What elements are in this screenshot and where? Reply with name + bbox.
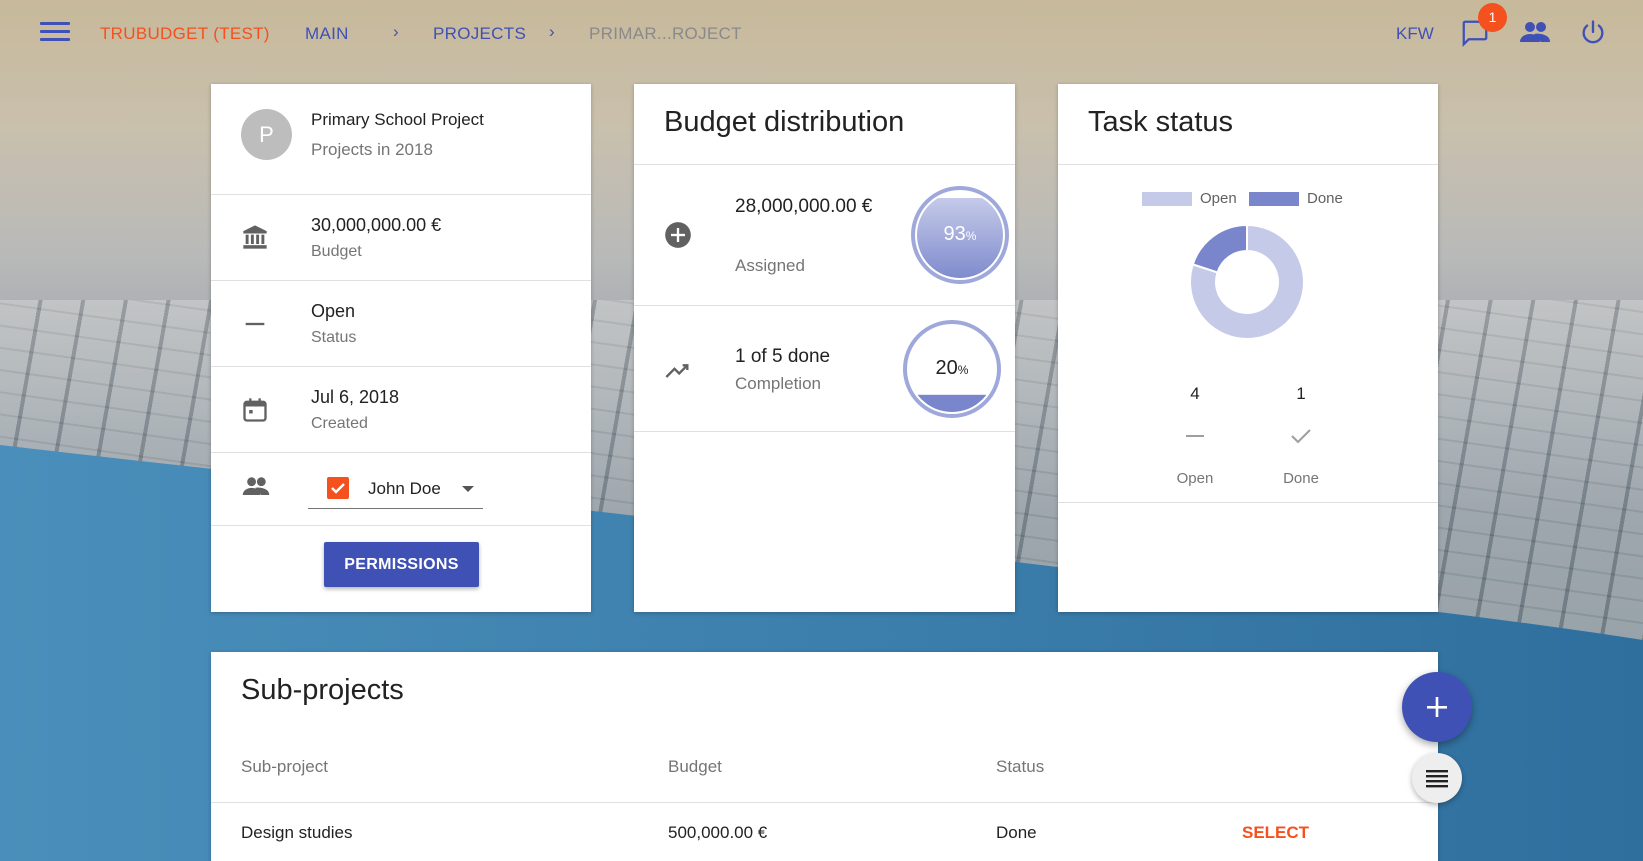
dash-icon — [241, 310, 269, 338]
budget-value: 30,000,000.00 € — [311, 215, 442, 235]
people-icon — [241, 475, 270, 503]
open-count: 4 — [1190, 384, 1200, 403]
assignee-name: John Doe — [368, 479, 441, 498]
column-header-status: Status — [996, 757, 1045, 776]
add-circle-icon — [664, 221, 692, 249]
column-header-budget: Budget — [668, 757, 722, 776]
status-row: Open Status — [211, 281, 591, 367]
done-count: 1 — [1296, 384, 1306, 403]
breadcrumb-projects[interactable]: PROJECTS — [433, 24, 526, 44]
avatar: P — [241, 109, 292, 160]
open-label: Open — [1176, 470, 1214, 487]
legend-label-done: Done — [1307, 190, 1343, 207]
project-name: Primary School Project — [311, 110, 484, 129]
sub-project-status: Done — [996, 823, 1037, 842]
task-donut-chart — [1189, 223, 1305, 340]
people-icon[interactable] — [1518, 20, 1552, 46]
created-row: Jul 6, 2018 Created — [211, 367, 591, 453]
app-title[interactable]: TRUBUDGET (TEST) — [100, 24, 270, 44]
chevron-down-icon — [462, 486, 474, 492]
list-view-button[interactable] — [1412, 753, 1462, 803]
status-label: Status — [311, 329, 357, 346]
legend-label-open: Open — [1200, 190, 1237, 207]
power-icon[interactable] — [1579, 18, 1607, 46]
assignee-row: John Doe — [211, 453, 591, 526]
add-sub-project-button[interactable] — [1402, 672, 1472, 742]
status-value: Open — [311, 301, 356, 321]
bank-icon — [241, 223, 269, 251]
task-status-title: Task status — [1088, 106, 1234, 138]
sub-projects-card: Sub-projects Sub-project Budget Status D… — [211, 652, 1438, 861]
budget-distribution-title: Budget distribution — [664, 106, 905, 138]
list-icon — [1426, 770, 1448, 788]
completion-gauge: 20% — [902, 319, 1002, 424]
divider — [1058, 502, 1438, 503]
breadcrumb-separator: › — [393, 22, 399, 41]
created-value: Jul 6, 2018 — [311, 387, 400, 407]
permissions-button[interactable]: PERMISSIONS — [324, 542, 479, 587]
sub-project-budget: 500,000.00 € — [668, 823, 768, 842]
column-header-sub-project: Sub-project — [241, 757, 328, 776]
sub-project-name: Design studies — [241, 823, 353, 842]
completion-label: Completion — [735, 374, 821, 393]
organization-label: KFW — [1396, 24, 1434, 43]
breadcrumb-main[interactable]: MAIN — [305, 24, 349, 44]
plus-icon — [1427, 697, 1447, 717]
top-app-bar: TRUBUDGET (TEST) MAIN › PROJECTS › PRIMA… — [0, 0, 1643, 66]
budget-distribution-card: Budget distribution 28,000,000.00 € Assi… — [634, 84, 1015, 612]
assigned-metric: 28,000,000.00 € Assigned 93% — [634, 165, 1015, 306]
created-label: Created — [311, 415, 368, 432]
check-icon — [1289, 424, 1313, 448]
table-row: Design studies 500,000.00 € Done SELECT — [211, 802, 1438, 861]
task-status-card: Task status Open Done 4 1 Open Done — [1058, 84, 1438, 612]
assignee-select[interactable]: John Doe — [308, 467, 483, 509]
assignee-checkbox[interactable] — [327, 477, 349, 499]
done-label: Done — [1283, 470, 1319, 487]
legend-swatch-open — [1142, 192, 1192, 206]
project-details-card: P Primary School Project Projects in 201… — [211, 84, 591, 612]
menu-icon[interactable] — [40, 22, 70, 44]
dash-icon — [1183, 424, 1207, 448]
calendar-icon — [241, 396, 269, 424]
card-header: Budget distribution — [634, 84, 1015, 165]
assigned-value: 28,000,000.00 € — [735, 196, 873, 217]
card-header: Task status — [1058, 84, 1438, 165]
assigned-label: Assigned — [735, 256, 805, 275]
budget-label: Budget — [311, 243, 362, 260]
project-header: P Primary School Project Projects in 201… — [211, 84, 591, 195]
select-button[interactable]: SELECT — [1242, 823, 1309, 843]
project-subtitle: Projects in 2018 — [311, 140, 433, 159]
assigned-gauge: 93% — [910, 185, 1010, 290]
sub-projects-title: Sub-projects — [241, 674, 404, 706]
breadcrumb-separator: › — [549, 22, 555, 41]
donut-slice-done — [1191, 223, 1248, 274]
notification-badge: 1 — [1478, 3, 1507, 32]
legend-swatch-done — [1249, 192, 1299, 206]
trending-up-icon — [664, 356, 692, 384]
completion-metric: 1 of 5 done Completion 20% — [634, 306, 1015, 432]
breadcrumb-current: PRIMAR...ROJECT — [589, 24, 742, 43]
budget-row: 30,000,000.00 € Budget — [211, 195, 591, 281]
